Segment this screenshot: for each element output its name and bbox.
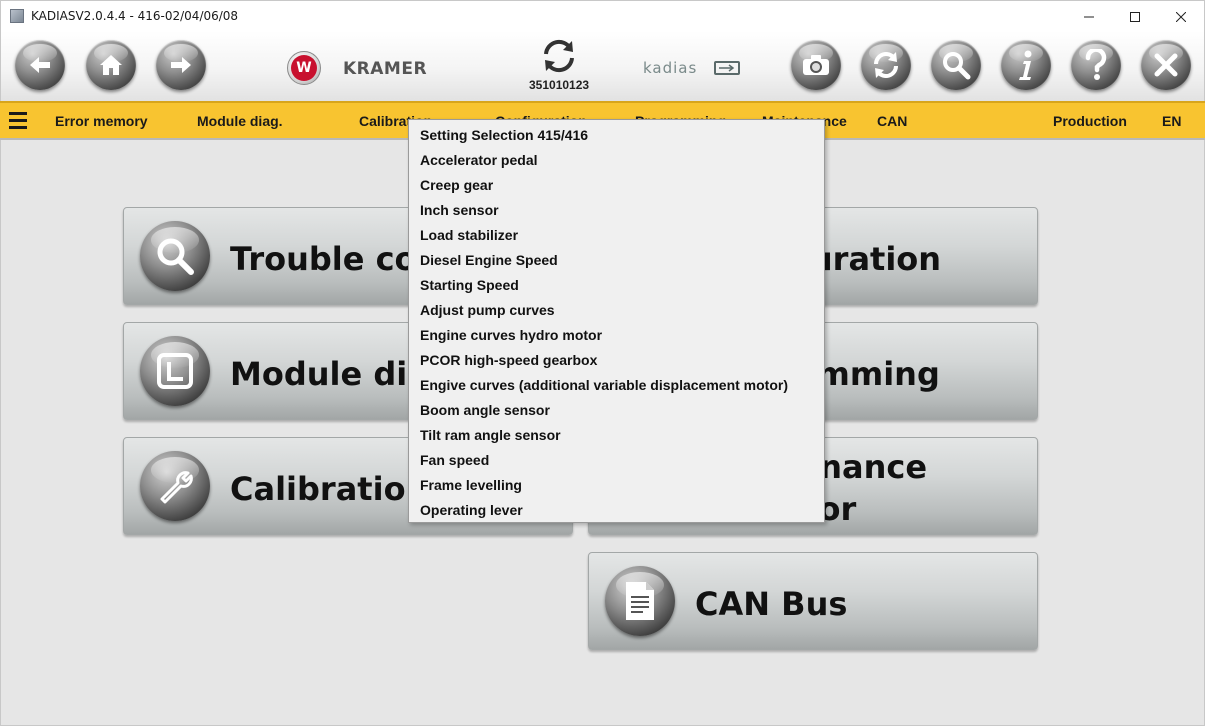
brand-name: KRAMER [343, 59, 428, 79]
window-controls [1066, 1, 1204, 32]
info-button[interactable] [1001, 40, 1051, 90]
magnifier-icon [943, 52, 971, 80]
serial-number: 351010123 [529, 78, 590, 92]
menu-error-memory[interactable]: Error memory [55, 113, 148, 129]
info-icon [1019, 50, 1032, 80]
camera-icon [803, 55, 829, 75]
dropdown-item-inch-sensor[interactable]: Inch sensor [409, 198, 824, 223]
dropdown-item-frame-levelling[interactable]: Frame levelling [409, 473, 824, 498]
back-button[interactable] [15, 40, 65, 90]
dropdown-item-operating-lever[interactable]: Operating lever [409, 498, 824, 523]
refresh-icon [874, 52, 898, 78]
dropdown-item-setting-selection[interactable]: Setting Selection 415/416 [409, 123, 824, 148]
tile-icon-circle [140, 221, 210, 291]
camera-button[interactable] [791, 40, 841, 90]
dropdown-item-starting-speed[interactable]: Starting Speed [409, 273, 824, 298]
maximize-button[interactable] [1112, 1, 1158, 32]
hamburger-menu-icon[interactable] [9, 112, 29, 130]
dropdown-item-engive-curves[interactable]: Engive curves (additional variable displ… [409, 373, 824, 398]
tile-icon-circle [140, 336, 210, 406]
minimize-button[interactable] [1066, 1, 1112, 32]
dropdown-item-fan-speed[interactable]: Fan speed [409, 448, 824, 473]
dropdown-item-adjust-pump-curves[interactable]: Adjust pump curves [409, 298, 824, 323]
close-window-button[interactable] [1158, 1, 1204, 32]
home-icon [100, 55, 122, 75]
toolbar: W KRAMER 351010123 kadias [0, 31, 1205, 101]
document-icon [626, 582, 654, 620]
menu-module-diag[interactable]: Module diag. [197, 113, 283, 129]
dropdown-item-pcor-gearbox[interactable]: PCOR high-speed gearbox [409, 348, 824, 373]
help-icon [1085, 49, 1107, 80]
close-window-icon [1176, 11, 1186, 22]
tile-label: Calibration [230, 470, 429, 508]
wrench-icon [160, 471, 193, 504]
tile-icon-circle [605, 566, 675, 636]
kadias-logo: kadias [643, 59, 740, 77]
magnifier-icon [157, 238, 194, 275]
dropdown-item-diesel-engine-speed[interactable]: Diesel Engine Speed [409, 248, 824, 273]
minimize-icon [1084, 16, 1094, 17]
menu-can[interactable]: CAN [877, 113, 907, 129]
dropdown-item-load-stabilizer[interactable]: Load stabilizer [409, 223, 824, 248]
dropdown-item-accelerator-pedal[interactable]: Accelerator pedal [409, 148, 824, 173]
back-arrow-icon [30, 57, 50, 73]
tile-can-bus[interactable]: CAN Bus [588, 552, 1038, 650]
tile-icon-circle [140, 451, 210, 521]
calibration-dropdown-menu: Setting Selection 415/416 Accelerator pe… [408, 119, 825, 523]
search-button[interactable] [931, 40, 981, 90]
dropdown-item-creep-gear[interactable]: Creep gear [409, 173, 824, 198]
window-titlebar: KADIASV2.0.4.4 - 416-02/04/06/08 [0, 0, 1205, 31]
svg-text:kadias: kadias [643, 59, 697, 77]
menu-language[interactable]: EN [1162, 113, 1181, 129]
maximize-icon [1130, 11, 1140, 22]
forward-button[interactable] [156, 40, 206, 90]
help-button[interactable] [1071, 40, 1121, 90]
tile-label: CAN Bus [695, 585, 848, 623]
kramer-logo: W [287, 51, 321, 85]
app-icon [10, 9, 24, 23]
home-button[interactable] [86, 40, 136, 90]
exit-button[interactable] [1141, 40, 1191, 90]
refresh-button[interactable] [861, 40, 911, 90]
menu-production[interactable]: Production [1053, 113, 1127, 129]
dropdown-item-engine-curves-hydro-motor[interactable]: Engine curves hydro motor [409, 323, 824, 348]
forward-arrow-icon [171, 57, 191, 73]
dropdown-item-boom-angle-sensor[interactable]: Boom angle sensor [409, 398, 824, 423]
dropdown-item-tilt-ram-angle-sensor[interactable]: Tilt ram angle sensor [409, 423, 824, 448]
window-title: KADIASV2.0.4.4 - 416-02/04/06/08 [31, 9, 239, 23]
close-icon [1154, 53, 1178, 77]
module-icon [157, 353, 193, 389]
sync-icon[interactable] [539, 37, 579, 75]
